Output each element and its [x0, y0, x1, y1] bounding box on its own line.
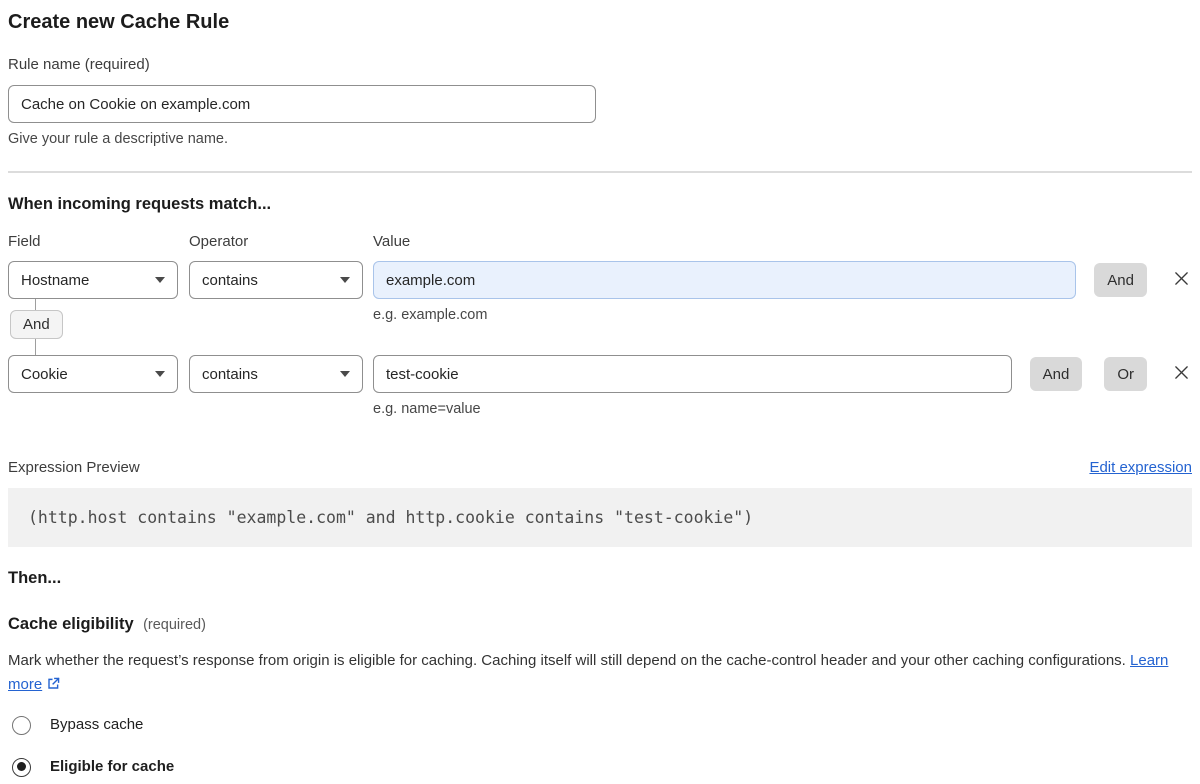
required-tag: (required): [143, 617, 206, 633]
remove-condition-row1-button[interactable]: [1171, 268, 1192, 292]
chevron-down-icon: [155, 371, 165, 377]
field-select-row2[interactable]: Cookie: [8, 355, 178, 393]
create-cache-rule-page: Create new Cache Rule Rule name (require…: [0, 0, 1200, 784]
value-input-row1[interactable]: [373, 261, 1076, 299]
operator-select-row1-value: contains: [202, 272, 258, 289]
operator-select-row2[interactable]: contains: [189, 355, 363, 393]
field-select-row1[interactable]: Hostname: [8, 261, 178, 299]
operator-select-row2-value: contains: [202, 366, 258, 383]
then-heading: Then...: [8, 567, 1192, 589]
operator-column-label: Operator: [189, 233, 248, 251]
external-link-icon: [46, 678, 61, 695]
close-icon: [1173, 364, 1190, 384]
description-text: Mark whether the request’s response from…: [8, 652, 1126, 669]
eligible-for-cache-label[interactable]: Eligible for cache: [50, 757, 174, 777]
rule-name-label: Rule name (required): [8, 55, 1192, 75]
chevron-down-icon: [340, 371, 350, 377]
rule-name-helper: Give your rule a descriptive name.: [8, 129, 1192, 149]
edit-expression-link[interactable]: Edit expression: [1089, 459, 1192, 476]
condition-row-1: Hostname contains And: [8, 261, 1192, 299]
chevron-down-icon: [155, 277, 165, 283]
field-select-row2-value: Cookie: [21, 366, 68, 383]
bypass-cache-label[interactable]: Bypass cache: [50, 715, 143, 735]
value-hint-row2: e.g. name=value: [373, 399, 481, 419]
chevron-down-icon: [340, 277, 350, 283]
eligible-for-cache-option: Eligible for cache: [8, 757, 1192, 777]
expression-preview-header: Expression Preview Edit expression: [8, 458, 1192, 478]
match-heading: When incoming requests match...: [8, 193, 1192, 215]
expression-builder: Field Operator Value Hostname contains A…: [8, 233, 1192, 419]
and-button-row2[interactable]: And: [1030, 357, 1083, 391]
or-button-row2[interactable]: Or: [1104, 357, 1147, 391]
value-hint-row1: e.g. example.com: [373, 305, 487, 325]
eligible-for-cache-radio[interactable]: [12, 758, 31, 777]
field-column-label: Field: [8, 233, 41, 251]
cache-eligibility-description: Mark whether the request’s response from…: [8, 649, 1173, 697]
condition-row-2: Cookie contains And Or: [8, 355, 1192, 393]
cache-eligibility-title: Cache eligibility: [8, 615, 134, 633]
and-button-row1[interactable]: And: [1094, 263, 1147, 297]
cache-eligibility-heading: Cache eligibility (required): [8, 613, 1192, 636]
value-column-label: Value: [373, 233, 410, 251]
bypass-cache-option: Bypass cache: [8, 715, 1192, 735]
section-divider: [8, 171, 1192, 173]
field-select-row1-value: Hostname: [21, 272, 89, 289]
rule-name-input[interactable]: [8, 85, 596, 123]
remove-condition-row2-button[interactable]: [1171, 362, 1192, 386]
connector-and-button[interactable]: And: [10, 310, 63, 339]
close-icon: [1173, 270, 1190, 290]
expression-preview-label: Expression Preview: [8, 458, 140, 478]
page-title: Create new Cache Rule: [8, 8, 1192, 36]
expression-preview-code: (http.host contains "example.com" and ht…: [28, 508, 753, 527]
bypass-cache-radio[interactable]: [12, 716, 31, 735]
operator-select-row1[interactable]: contains: [189, 261, 363, 299]
expression-preview-code-block: (http.host contains "example.com" and ht…: [8, 488, 1192, 547]
value-input-row2[interactable]: [373, 355, 1012, 393]
